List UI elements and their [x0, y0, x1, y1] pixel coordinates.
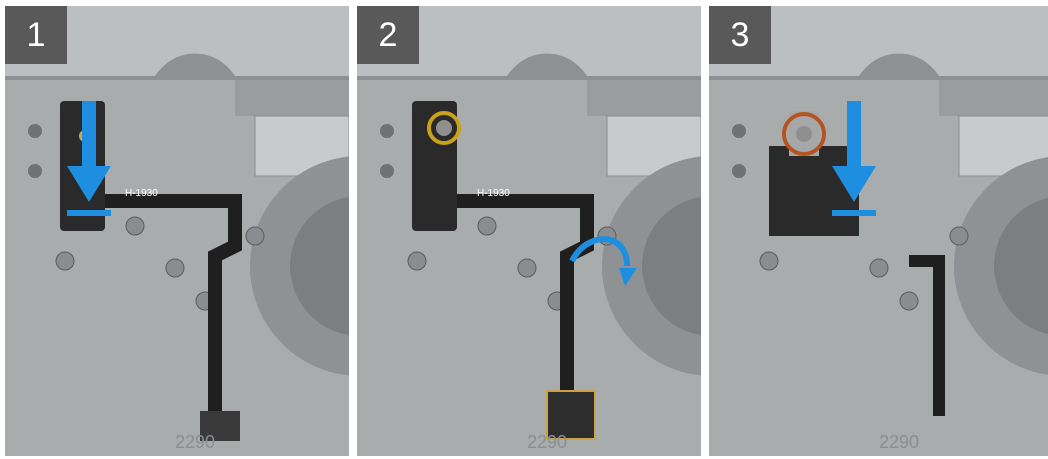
step-number-badge: 3: [709, 6, 771, 64]
step-panel-2: 2 H-1930 2290: [357, 6, 701, 456]
cable-label: H-1930: [477, 188, 510, 199]
step-3-labels: 2290: [879, 432, 919, 452]
cable-label: H-1930: [125, 188, 158, 199]
step-2-labels: H-1930 2290: [477, 188, 567, 452]
procedure-illustration: 1 H-1930 2290 2 H-1930 2290 3 2290: [0, 0, 1048, 459]
step-1-labels: H-1930 2290: [125, 188, 215, 452]
step-number-badge: 2: [357, 6, 419, 64]
chassis-code: 2290: [175, 432, 215, 452]
step-panel-1: 1 H-1930 2290: [5, 6, 349, 456]
chassis-code: 2290: [879, 432, 919, 452]
step-number-badge: 1: [5, 6, 67, 64]
step-panel-3: 3 2290: [709, 6, 1048, 456]
chassis-code: 2290: [527, 432, 567, 452]
